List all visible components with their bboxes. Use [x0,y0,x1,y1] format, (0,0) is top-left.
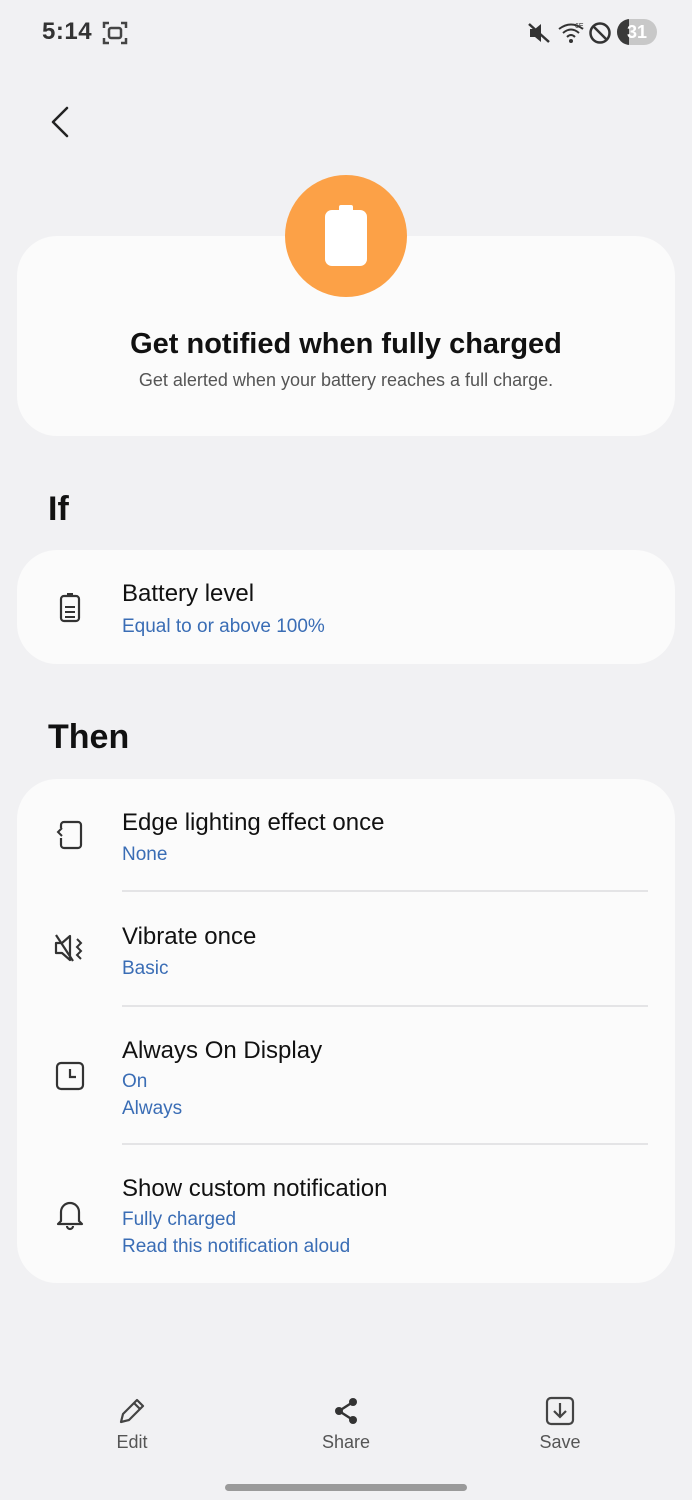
routine-title: Get notified when fully charged [130,328,562,360]
edit-button[interactable]: Edit [72,1380,192,1453]
action-custom-notification[interactable]: Show custom notification Fully charged R… [17,1145,675,1283]
battery-indicator: 31 [617,19,657,45]
pencil-icon [119,1398,145,1424]
vibrate-icon [54,934,83,962]
chevron-left-icon [51,106,69,138]
status-time: 5:14 [42,18,93,45]
wifi-6e-icon: 6E [558,23,584,43]
save-label: Save [539,1432,581,1452]
action-value: On [122,1071,148,1092]
action-always-on-display[interactable]: Always On Display On Always [17,1007,675,1144]
share-label: Share [321,1432,371,1452]
action-title: Always On Display [122,1037,323,1064]
home-indicator[interactable] [225,1484,467,1491]
back-button[interactable] [40,100,84,144]
routine-description: Get alerted when your battery reaches a … [138,370,554,390]
download-icon [545,1396,575,1426]
battery-percentage: 31 [626,22,648,42]
action-edge-lighting[interactable]: Edge lighting effect once None [17,779,675,891]
battery-icon [325,205,367,266]
bottom-action-bar: Edit Share Save [0,1380,692,1470]
screenshot-icon [102,21,128,45]
routine-icon [285,175,407,297]
edit-label: Edit [116,1432,148,1452]
action-title: Show custom notification [122,1175,388,1202]
save-button[interactable]: Save [500,1380,620,1453]
action-title: Edge lighting effect once [122,809,385,836]
status-bar: 5:14 6E 31 [0,0,692,64]
condition-value: Equal to or above 100% [122,616,325,637]
action-title: Vibrate once [122,923,257,950]
then-heading: Then [48,718,130,756]
condition-title: Battery level [122,580,255,607]
action-value: Fully charged [122,1209,237,1230]
action-vibrate[interactable]: Vibrate once Basic [17,892,675,1005]
action-value-secondary: Read this notification aloud [122,1236,351,1257]
clock-icon [55,1061,85,1091]
share-icon [335,1398,357,1424]
if-card: Battery level Equal to or above 100% [17,550,675,664]
svg-text:6E: 6E [575,23,584,30]
share-button[interactable]: Share [286,1380,406,1453]
action-value-secondary: Always [122,1098,183,1119]
mute-icon [528,23,550,43]
bell-icon [56,1201,84,1231]
action-value: None [122,844,168,865]
edge-lighting-icon [56,820,83,850]
do-not-disturb-icon [589,22,611,44]
action-value: Basic [122,958,169,979]
battery-level-icon [59,593,81,623]
condition-battery-level[interactable]: Battery level Equal to or above 100% [17,550,675,664]
if-heading: If [48,490,69,528]
then-card: Edge lighting effect once None Vibrate o… [17,779,675,1283]
